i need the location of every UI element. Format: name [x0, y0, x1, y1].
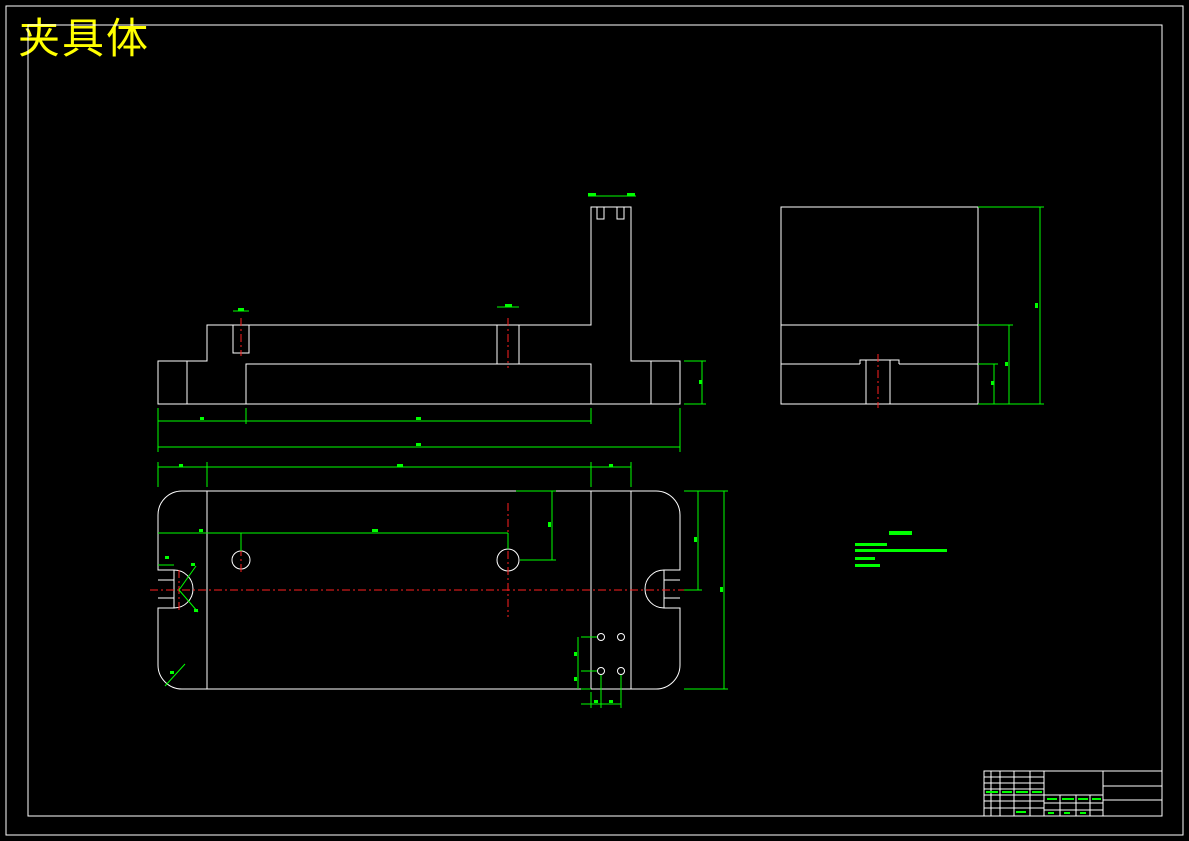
- side-view: [780, 206, 979, 408]
- technical-notes: [855, 531, 947, 567]
- front-view-dimensions: [157, 193, 706, 452]
- top-view-dimensions: [157, 462, 728, 708]
- front-section-view: [157, 206, 681, 405]
- cad-drawing: [5, 5, 1184, 836]
- side-view-dimensions: [978, 206, 1044, 405]
- title-block: [983, 770, 1163, 817]
- top-view-centerlines: [150, 503, 690, 617]
